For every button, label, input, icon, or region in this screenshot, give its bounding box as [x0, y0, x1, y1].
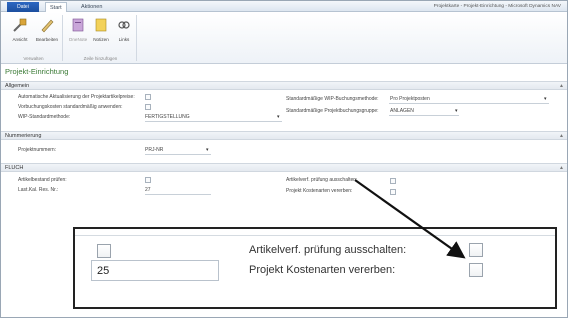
field-underline — [145, 154, 211, 155]
wip-posting-method-value[interactable]: Pro Projektposten — [390, 96, 430, 102]
wip-method-value[interactable]: FERTIGSTELLUNG — [145, 114, 190, 120]
section-header-allgemein[interactable]: Allgemein ▲ — [1, 81, 567, 90]
field-underline — [145, 194, 211, 195]
edit-icon — [41, 19, 54, 33]
dropdown-arrow-icon[interactable]: ▾ — [455, 108, 458, 114]
dropdown-arrow-icon[interactable]: ▾ — [277, 114, 280, 120]
section-header-nummerierung[interactable]: Nummerierung ▲ — [1, 131, 567, 140]
tab-start[interactable]: Start — [45, 2, 67, 12]
collapse-icon[interactable]: ▲ — [559, 164, 564, 172]
field-label: Projektnummern: — [18, 147, 57, 153]
project-nos-value[interactable]: PRJ-NR — [145, 147, 163, 153]
dropdown-arrow-icon[interactable]: ▾ — [206, 147, 209, 153]
field-label: WIP-Standardmethode: — [18, 114, 71, 120]
ribbon-group-zeile: OneNote Notizen Links Zeile hinzufügen — [65, 15, 137, 61]
title-bar: Datei Start Aktionen Projektkarte - Proj… — [1, 1, 567, 12]
links-button-label: Links — [118, 37, 130, 42]
section-title: FLUCH — [5, 165, 24, 171]
field-label: Last.Kal. Res. Nr.: — [18, 187, 59, 193]
field-underline — [389, 115, 459, 116]
check-item-stock-checkbox[interactable] — [145, 177, 151, 183]
ribbon-group-verwalten: Ansicht Bearbeiten Verwalten — [5, 15, 63, 61]
dropdown-arrow-icon[interactable]: ▾ — [544, 96, 547, 102]
field-underline — [145, 121, 282, 122]
ribbon-group-label: Zeile hinzufügen — [83, 56, 118, 61]
inherit-cost-types-checkbox-zoomed[interactable] — [469, 263, 483, 277]
collapse-icon[interactable]: ▲ — [559, 82, 564, 90]
field-label: Artikelverf. prüfung ausschalten: — [286, 177, 358, 183]
ribbon: Ansicht Bearbeiten Verwalten OneNote Not… — [1, 12, 567, 64]
tab-aktionen[interactable]: Aktionen — [77, 2, 106, 12]
page-title: Projekt-Einrichtung — [5, 67, 69, 76]
view-button[interactable]: Ansicht — [7, 15, 33, 49]
last-res-no-input-zoomed[interactable]: 25 — [91, 260, 219, 281]
view-icon — [13, 18, 27, 32]
view-button-label: Ansicht — [12, 37, 28, 42]
field-label: Projekt Kostenarten vererben: — [286, 188, 353, 194]
field-underline — [389, 103, 549, 104]
field-label: Automatische Aktualisierung der Projekta… — [18, 94, 135, 100]
inherit-cost-types-label: Projekt Kostenarten vererben: — [249, 264, 396, 276]
notes-icon — [95, 18, 107, 32]
onenote-icon — [72, 18, 84, 32]
section-header-fluch[interactable]: FLUCH ▲ — [1, 163, 567, 172]
disable-item-availability-label: Artikelverf. prüfung ausschalten: — [249, 244, 407, 256]
auto-update-prices-checkbox[interactable] — [145, 94, 151, 100]
zoom-callout: 25 Artikelverf. prüfung ausschalten: Pro… — [73, 227, 557, 309]
links-button[interactable]: Links — [111, 15, 137, 49]
ribbon-group-label: Verwalten — [23, 56, 44, 61]
collapse-icon[interactable]: ▲ — [559, 132, 564, 140]
field-label: Vorbuchungskosten standardmäßig anwenden… — [18, 104, 123, 110]
disable-item-availability-checkbox[interactable] — [390, 178, 396, 184]
links-icon — [118, 21, 130, 29]
last-res-no-value[interactable]: 27 — [145, 187, 151, 193]
inherit-cost-types-checkbox[interactable] — [390, 189, 396, 195]
disable-item-availability-checkbox-zoomed[interactable] — [469, 243, 483, 257]
window-title: Projektkarte - Projekt-Einrichtung - Mic… — [433, 4, 561, 9]
field-label: Standardmäßige WIP-Buchungsmethode: — [286, 96, 379, 102]
check-item-stock-checkbox-zoomed[interactable] — [97, 244, 111, 258]
field-label: Standardmäßige Projektbuchungsgruppe: — [286, 108, 379, 114]
edit-button[interactable]: Bearbeiten — [34, 15, 60, 49]
posting-group-value[interactable]: ANLAGEN — [390, 108, 414, 114]
file-tab[interactable]: Datei — [7, 2, 39, 12]
section-title: Allgemein — [5, 83, 30, 89]
section-title: Nummerierung — [5, 133, 42, 139]
field-label: Artikelbestand prüfen: — [18, 177, 67, 183]
edit-button-label: Bearbeiten — [35, 37, 59, 42]
divider — [75, 235, 555, 236]
apply-usage-link-checkbox[interactable] — [145, 104, 151, 110]
